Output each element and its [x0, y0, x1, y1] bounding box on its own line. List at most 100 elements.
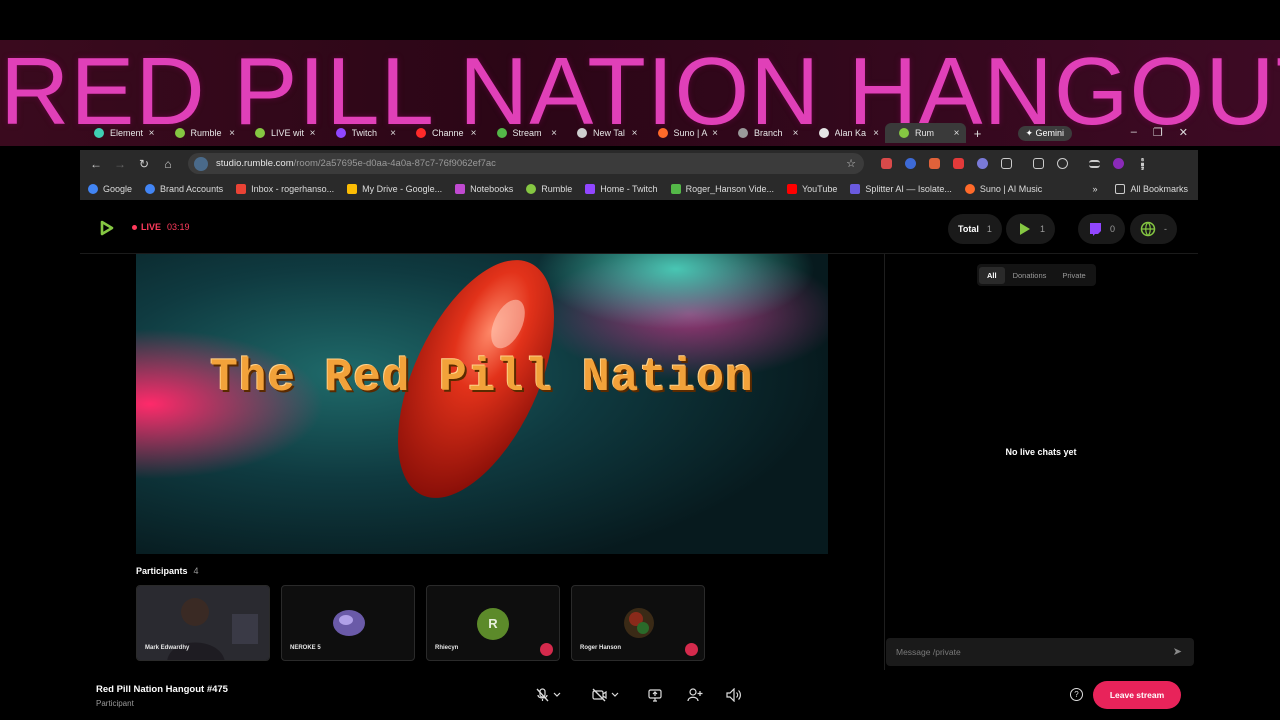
- bookmark-twitch[interactable]: Home - Twitch: [585, 183, 658, 194]
- more-bookmarks-icon[interactable]: »: [1092, 184, 1097, 194]
- participant-tile[interactable]: Roger Hanson: [571, 585, 705, 661]
- tab-twitch[interactable]: Twitch ×: [322, 123, 403, 143]
- tab-strip: Element × Rumble × LIVE wit × Twitch × Chann…: [80, 122, 1198, 144]
- bookmark-notebooks[interactable]: Notebooks: [455, 183, 513, 194]
- tab-live[interactable]: LIVE wit ×: [241, 123, 322, 143]
- leave-stream-button[interactable]: Leave stream: [1093, 681, 1181, 709]
- send-icon[interactable]: ➤: [1173, 645, 1182, 658]
- extension-icon[interactable]: [946, 158, 970, 169]
- address-bar[interactable]: studio.rumble.com/room/2a57695e-d0aa-4a0…: [188, 153, 864, 174]
- close-icon[interactable]: ×: [793, 128, 799, 139]
- close-icon[interactable]: ×: [471, 128, 477, 139]
- reading-list-icon[interactable]: [1050, 158, 1074, 169]
- invite-user-button[interactable]: [687, 688, 703, 702]
- camera-off-button[interactable]: [592, 688, 620, 702]
- bookmarks-bar: Google Brand Accounts Inbox - rogerhanso…: [80, 177, 1198, 200]
- close-icon[interactable]: ×: [712, 128, 718, 139]
- chat-tab-all[interactable]: All: [979, 266, 1005, 284]
- tab-channel[interactable]: Channe ×: [402, 123, 483, 143]
- extension-icon[interactable]: [898, 158, 922, 169]
- tab-suno[interactable]: Suno | A ×: [644, 123, 725, 143]
- close-icon[interactable]: ×: [390, 128, 396, 139]
- extension-icon[interactable]: [922, 158, 946, 169]
- close-icon[interactable]: ×: [229, 128, 235, 139]
- speaker-button[interactable]: [726, 688, 742, 702]
- gemini-button[interactable]: ✦ Gemini: [1017, 125, 1073, 141]
- tab-alan[interactable]: Alan Ka ×: [805, 123, 886, 143]
- media-control-icon[interactable]: [1082, 159, 1106, 168]
- kick-icon: [670, 183, 681, 194]
- kick-icon: [496, 128, 507, 138]
- chat-filter-tabs: All Donations Private: [977, 264, 1096, 286]
- chat-message-input[interactable]: Message /private ➤: [886, 638, 1194, 666]
- screen-share-button[interactable]: [648, 688, 662, 702]
- mic-off-button[interactable]: [536, 688, 562, 702]
- extension-icon[interactable]: [874, 158, 898, 169]
- new-tab-button[interactable]: +: [966, 126, 990, 141]
- live-indicator: LIVE 03:19: [132, 222, 190, 232]
- close-icon[interactable]: ×: [954, 128, 960, 139]
- reload-icon[interactable]: ↻: [132, 157, 156, 171]
- twitch-icon: [335, 128, 346, 138]
- home-icon[interactable]: ⌂: [156, 157, 180, 171]
- close-icon[interactable]: ×: [873, 128, 879, 139]
- chat-divider: [884, 254, 885, 670]
- browser-toolbar: ← → ↻ ⌂ studio.rumble.com/room/2a57695e-…: [80, 150, 1198, 177]
- rumble-logo-icon[interactable]: [98, 220, 114, 236]
- tab-search-icon[interactable]: [1026, 158, 1050, 169]
- twitch-viewers: 0: [1078, 214, 1126, 244]
- bookmark-my-drive[interactable]: My Drive - Google...: [347, 183, 442, 194]
- rumble-icon: [899, 128, 909, 138]
- participant-tile[interactable]: NEROKE 5: [281, 585, 415, 661]
- bookmark-suno[interactable]: Suno | AI Music: [964, 183, 1042, 194]
- bookmark-kick[interactable]: Roger_Hanson Vide...: [670, 183, 774, 194]
- close-icon[interactable]: ×: [310, 128, 316, 139]
- url-path: /room/2a57695e-d0aa-4a0a-87c7-76f9062ef7…: [293, 158, 496, 169]
- restore-icon[interactable]: ❐: [1153, 126, 1163, 139]
- bookmark-inbox[interactable]: Inbox - rogerhanso...: [236, 183, 334, 194]
- tab-branch[interactable]: Branch ×: [724, 123, 805, 143]
- suno-icon: [964, 183, 975, 194]
- bookmark-star-icon[interactable]: ☆: [846, 157, 856, 170]
- profile-avatar[interactable]: [1106, 158, 1130, 169]
- help-icon[interactable]: ?: [1070, 688, 1083, 701]
- all-bookmarks-folder[interactable]: All Bookmarks: [1115, 183, 1188, 194]
- bookmark-rumble[interactable]: Rumble: [526, 183, 572, 194]
- participant-name: Rhiecyn: [435, 645, 459, 651]
- tab-rumble-studio[interactable]: Rum ×: [885, 123, 966, 143]
- bookmark-brand-accounts[interactable]: Brand Accounts: [145, 183, 223, 194]
- close-window-icon[interactable]: ✕: [1179, 126, 1188, 139]
- participants-header: Participants 4: [136, 566, 199, 576]
- close-icon[interactable]: ×: [551, 128, 557, 139]
- back-icon[interactable]: ←: [84, 157, 108, 171]
- session-role: Participant: [96, 699, 134, 708]
- rumble-icon: [526, 183, 537, 194]
- participant-tile[interactable]: Mark Edwardhy: [136, 585, 270, 661]
- bookmark-google[interactable]: Google: [88, 183, 132, 194]
- google-icon: [88, 183, 98, 194]
- menu-kebab-icon[interactable]: [1130, 157, 1154, 170]
- stage-title-text: The Red Pill Nation: [210, 352, 754, 404]
- tab-stream[interactable]: Stream ×: [483, 123, 564, 143]
- chat-tab-private[interactable]: Private: [1054, 267, 1093, 284]
- bookmark-splitter[interactable]: Splitter AI — Isolate...: [850, 183, 952, 194]
- tab-new-tab[interactable]: New Tal ×: [563, 123, 644, 143]
- extension-icon[interactable]: [970, 158, 994, 169]
- chat-empty-state: No live chats yet: [1005, 447, 1077, 457]
- close-icon[interactable]: ×: [632, 128, 638, 139]
- participant-tile[interactable]: R Rhiecyn: [426, 585, 560, 661]
- url-host: studio.rumble.com: [216, 158, 294, 169]
- minimize-icon[interactable]: –: [1131, 126, 1137, 138]
- youtube-icon: [786, 183, 797, 194]
- site-info-icon[interactable]: [194, 156, 208, 171]
- forward-icon[interactable]: →: [108, 157, 132, 171]
- extensions-puzzle-icon[interactable]: [994, 158, 1018, 169]
- close-icon[interactable]: ×: [149, 128, 155, 139]
- chrome-icon: [577, 128, 587, 138]
- tab-element[interactable]: Element ×: [80, 123, 161, 143]
- chat-tab-donations[interactable]: Donations: [1005, 267, 1055, 284]
- bookmark-youtube[interactable]: YouTube: [786, 183, 837, 194]
- participant-name: NEROKE 5: [290, 645, 321, 651]
- tab-rumble[interactable]: Rumble ×: [161, 123, 242, 143]
- splitter-icon: [850, 183, 861, 194]
